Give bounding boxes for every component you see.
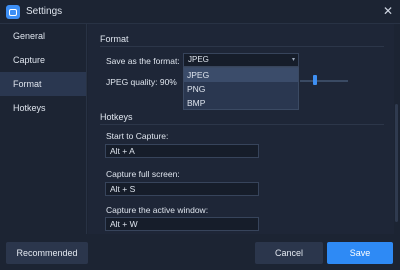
start-capture-hotkey-field[interactable]: Alt + A bbox=[105, 144, 259, 158]
sidebar: General Capture Format Hotkeys bbox=[0, 24, 87, 234]
save-button[interactable]: Save bbox=[327, 242, 393, 264]
format-select[interactable]: JPEG ▾ bbox=[183, 53, 299, 67]
format-select-value: JPEG bbox=[188, 55, 209, 64]
sidebar-item-format[interactable]: Format bbox=[0, 72, 86, 96]
sidebar-item-capture[interactable]: Capture bbox=[0, 48, 86, 72]
recommended-button[interactable]: Recommended bbox=[6, 242, 88, 264]
full-screen-label: Capture full screen: bbox=[106, 169, 180, 179]
active-window-hotkey-field[interactable]: Alt + W bbox=[105, 217, 259, 231]
jpeg-quality-label: JPEG quality: 90% bbox=[106, 77, 177, 87]
format-divider bbox=[100, 46, 384, 47]
window-title: Settings bbox=[26, 6, 63, 17]
hotkeys-heading: Hotkeys bbox=[100, 112, 133, 122]
footer: Recommended Cancel Save bbox=[0, 234, 400, 270]
save-format-label: Save as the format: bbox=[106, 56, 180, 66]
settings-panel: Format Save as the format: JPEG ▾ JPEG q… bbox=[88, 24, 394, 234]
app-camera-icon bbox=[6, 5, 20, 19]
start-capture-label: Start to Capture: bbox=[106, 131, 169, 141]
title-bar: Settings ✕ bbox=[0, 0, 400, 24]
format-dropdown-menu: JPEG PNG BMP bbox=[183, 67, 299, 110]
format-option-bmp[interactable]: BMP bbox=[184, 96, 298, 110]
cancel-button[interactable]: Cancel bbox=[255, 242, 323, 264]
close-icon[interactable]: ✕ bbox=[383, 4, 393, 18]
format-option-png[interactable]: PNG bbox=[184, 82, 298, 96]
format-heading: Format bbox=[100, 34, 129, 44]
quality-slider-thumb[interactable] bbox=[313, 75, 317, 85]
settings-scrollbar[interactable] bbox=[395, 104, 398, 222]
active-window-label: Capture the active window: bbox=[106, 205, 209, 215]
full-screen-hotkey-field[interactable]: Alt + S bbox=[105, 182, 259, 196]
format-option-jpeg[interactable]: JPEG bbox=[184, 68, 298, 82]
sidebar-item-hotkeys[interactable]: Hotkeys bbox=[0, 96, 86, 120]
quality-slider-track[interactable] bbox=[300, 80, 348, 82]
hotkeys-divider bbox=[100, 124, 384, 125]
chevron-down-icon: ▾ bbox=[291, 57, 295, 63]
sidebar-item-general[interactable]: General bbox=[0, 24, 86, 48]
